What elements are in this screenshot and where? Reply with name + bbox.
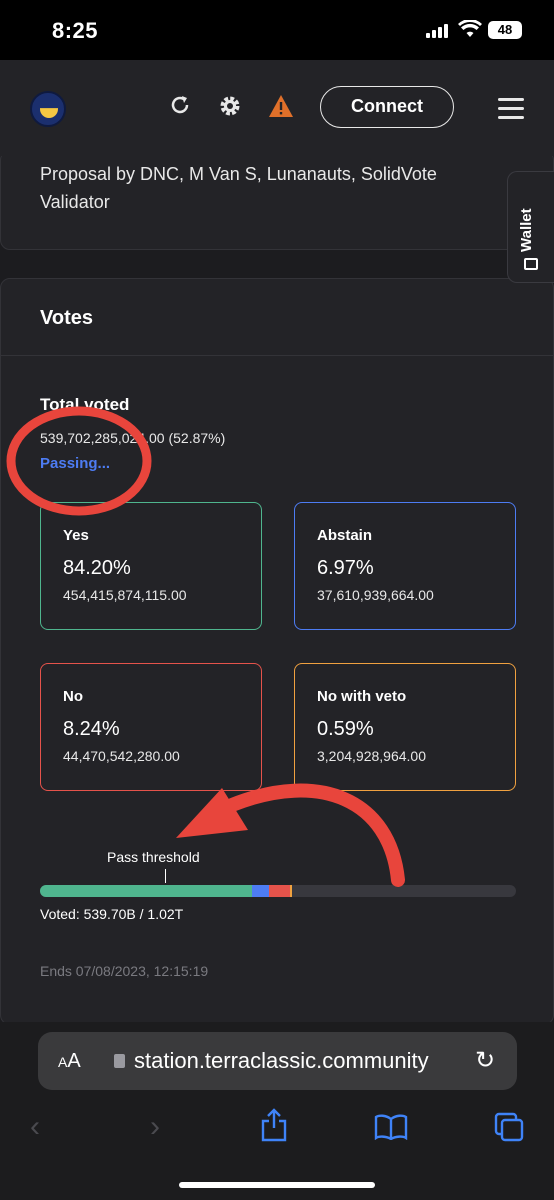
back-icon[interactable]: ‹ bbox=[30, 1110, 40, 1144]
vote-option-label: No bbox=[63, 688, 83, 705]
vote-option-percent: 0.59% bbox=[317, 718, 374, 740]
battery-icon: 48 bbox=[488, 21, 522, 39]
signal-icon bbox=[426, 24, 448, 38]
menu-icon[interactable] bbox=[498, 98, 524, 125]
address-bar[interactable]: AA station.terraclassic.community ↻ bbox=[38, 1032, 517, 1090]
vote-option-amount: 3,204,928,964.00 bbox=[317, 748, 426, 764]
vote-option-abstain: Abstain 6.97% 37,610,939,664.00 bbox=[294, 502, 516, 630]
lock-icon bbox=[114, 1054, 125, 1068]
connect-button[interactable]: Connect bbox=[320, 86, 454, 128]
forward-icon[interactable]: › bbox=[150, 1110, 160, 1144]
wallet-tab-label: Wallet bbox=[518, 208, 535, 252]
end-time: Ends 07/08/2023, 12:15:19 bbox=[40, 963, 209, 979]
app-header: Connect bbox=[0, 60, 554, 156]
vote-option-no-with-veto: No with veto 0.59% 3,204,928,964.00 bbox=[294, 663, 516, 791]
vote-progress-bar bbox=[40, 885, 516, 897]
refresh-icon[interactable] bbox=[167, 94, 193, 120]
vote-option-percent: 8.24% bbox=[63, 718, 120, 740]
bar-segment-no bbox=[269, 885, 291, 897]
wallet-tab[interactable]: Wallet bbox=[507, 171, 554, 283]
bar-segment-veto bbox=[290, 885, 292, 897]
tabs-icon[interactable] bbox=[494, 1112, 524, 1142]
proposal-status: Passing... bbox=[40, 455, 111, 472]
vote-option-label: Yes bbox=[63, 527, 89, 544]
vote-option-percent: 84.20% bbox=[63, 557, 131, 579]
warning-icon[interactable] bbox=[268, 94, 294, 120]
voted-summary: Voted: 539.70B / 1.02T bbox=[40, 906, 184, 922]
votes-title: Votes bbox=[40, 307, 93, 329]
home-indicator bbox=[179, 1182, 375, 1188]
divider bbox=[1, 355, 553, 356]
vote-option-no: No 8.24% 44,470,542,280.00 bbox=[40, 663, 262, 791]
vote-option-amount: 37,610,939,664.00 bbox=[317, 587, 434, 603]
pass-threshold-label: Pass threshold bbox=[107, 849, 200, 865]
ios-status-bar: 8:25 48 bbox=[0, 0, 554, 60]
vote-option-percent: 6.97% bbox=[317, 557, 374, 579]
vote-option-label: No with veto bbox=[317, 688, 407, 705]
status-time: 8:25 bbox=[52, 18, 99, 43]
reader-aa-button[interactable]: AA bbox=[58, 1050, 81, 1073]
url-text[interactable]: station.terraclassic.community bbox=[134, 1048, 429, 1074]
total-voted-amount: 539,702,285,024.00 (52.87%) bbox=[40, 430, 226, 446]
share-icon[interactable] bbox=[260, 1108, 288, 1142]
bar-segment-abstain bbox=[251, 885, 270, 897]
browser-toolbar: AA station.terraclassic.community ↻ ‹ › bbox=[0, 1022, 554, 1200]
pass-threshold-marker bbox=[165, 869, 166, 883]
total-voted-label: Total voted bbox=[40, 395, 130, 414]
vote-option-amount: 454,415,874,115.00 bbox=[63, 587, 187, 603]
gear-icon[interactable] bbox=[217, 94, 243, 120]
terra-logo-icon[interactable] bbox=[30, 91, 66, 127]
proposal-card: Proposal by DNC, M Van S, Lunanauts, Sol… bbox=[0, 150, 554, 250]
wifi-icon bbox=[458, 20, 482, 37]
wallet-icon bbox=[524, 258, 538, 270]
proposal-author: Proposal by DNC, M Van S, Lunanauts, Sol… bbox=[40, 164, 437, 212]
vote-option-amount: 44,470,542,280.00 bbox=[63, 748, 180, 764]
bar-segment-yes bbox=[40, 885, 252, 897]
vote-option-yes: Yes 84.20% 454,415,874,115.00 bbox=[40, 502, 262, 630]
station-app: Proposal by DNC, M Van S, Lunanauts, Sol… bbox=[0, 60, 554, 1025]
votes-card: Votes Total voted 539,702,285,024.00 (52… bbox=[0, 278, 554, 1025]
bookmarks-icon[interactable] bbox=[374, 1114, 408, 1140]
reload-icon[interactable]: ↻ bbox=[475, 1046, 495, 1075]
vote-option-label: Abstain bbox=[317, 527, 373, 544]
